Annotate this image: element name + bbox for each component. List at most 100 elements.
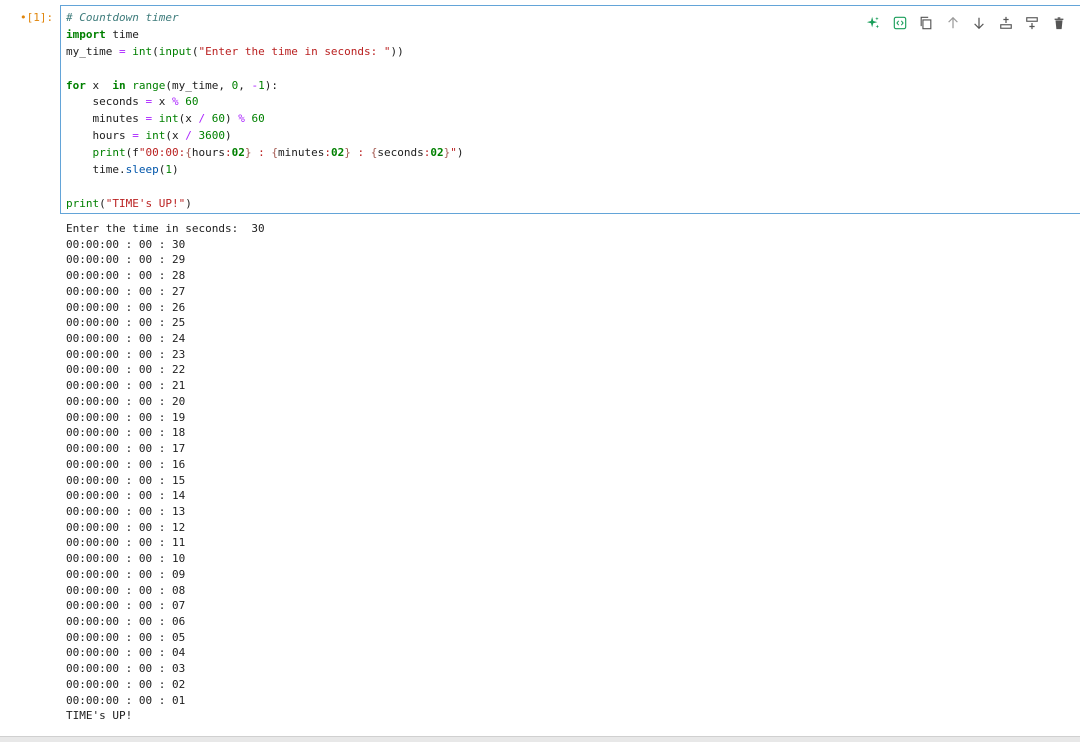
code-token: x <box>85 78 113 92</box>
code-token: ) <box>171 163 179 177</box>
cell-toolbar <box>860 13 1072 33</box>
code-token: ( <box>99 196 106 210</box>
code-token: , <box>238 78 252 92</box>
output-line: Enter the time in seconds: 30 <box>66 222 265 235</box>
execution-prompt: •[1]: <box>20 10 62 26</box>
code-token: sleep <box>125 163 159 177</box>
code-token: time <box>105 27 139 41</box>
output-line: 00:00:00 : 00 : 29 <box>66 253 186 267</box>
code-format-icon <box>893 16 907 30</box>
code-token: (f <box>125 146 139 160</box>
code-token: int <box>132 44 153 58</box>
code-token: = <box>132 129 139 143</box>
output-line: 00:00:00 : 00 : 27 <box>66 284 186 298</box>
cell-output: Enter the time in seconds: 30 00:00:00 : … <box>60 216 1080 736</box>
code-token: : <box>350 146 371 160</box>
output-line: 00:00:00 : 00 : 08 <box>66 583 186 597</box>
output-line: 00:00:00 : 00 : 17 <box>66 442 186 456</box>
output-line: 00:00:00 : 00 : 07 <box>66 599 186 613</box>
output-line: 00:00:00 : 00 : 14 <box>66 489 186 503</box>
code-token: % <box>171 95 179 109</box>
code-token: 02 <box>231 146 245 160</box>
code-token: for <box>66 78 86 92</box>
code-token: hours <box>66 129 133 143</box>
code-cell-editor[interactable]: # Countdown timer import time my_time = in… <box>60 5 1080 214</box>
output-text: Enter the time in seconds: 30 00:00:00 : … <box>66 221 265 724</box>
code-token: 60 <box>185 95 199 109</box>
output-line: 00:00:00 : 00 : 01 <box>66 693 186 707</box>
code-token: . <box>118 163 126 177</box>
code-token: (x <box>178 112 199 126</box>
move-up-icon <box>946 16 960 30</box>
insert-below-button[interactable] <box>1019 13 1046 33</box>
output-line: 00:00:00 : 00 : 04 <box>66 646 186 660</box>
insert-above-button[interactable] <box>993 13 1020 33</box>
horizontal-scrollbar[interactable] <box>0 736 1080 742</box>
code-token: (my_time, <box>165 78 232 92</box>
code-editor[interactable]: # Countdown timer import time my_time = in… <box>66 10 463 213</box>
code-token: seconds <box>377 146 424 160</box>
code-token: : <box>224 146 232 160</box>
code-line: minutes = int(x / 60) % 60 <box>66 111 463 128</box>
code-token: ) <box>224 112 239 126</box>
code-token: " <box>450 146 457 160</box>
code-token: 1 <box>165 163 172 177</box>
code-token: )) <box>390 44 404 58</box>
output-line: 00:00:00 : 00 : 15 <box>66 473 186 487</box>
code-token: print <box>66 196 100 210</box>
code-token: 60 <box>251 112 265 126</box>
move-down-button[interactable] <box>966 13 993 33</box>
code-token: ): <box>264 78 278 92</box>
output-line: 00:00:00 : 00 : 19 <box>66 410 186 424</box>
code-token: range <box>132 78 166 92</box>
code-token: { <box>185 146 192 160</box>
code-token: int <box>145 129 166 143</box>
move-down-icon <box>972 16 986 30</box>
code-token: : <box>324 146 331 160</box>
code-token: ) <box>456 146 464 160</box>
move-up-button[interactable] <box>940 13 967 33</box>
code-token: input <box>158 44 192 58</box>
output-line: 00:00:00 : 00 : 25 <box>66 316 186 330</box>
delete-button[interactable] <box>1046 13 1073 33</box>
code-line: print("TIME's UP!") <box>66 196 463 213</box>
code-token: } <box>344 146 351 160</box>
code-token: in <box>112 78 126 92</box>
output-line: 00:00:00 : 00 : 24 <box>66 332 186 346</box>
code-token: 1 <box>258 78 265 92</box>
execution-count: [1]: <box>26 11 54 24</box>
code-token: "Enter the time in seconds: " <box>198 44 391 58</box>
code-line: seconds = x % 60 <box>66 94 463 111</box>
output-gutter <box>0 216 60 736</box>
output-line: 00:00:00 : 00 : 20 <box>66 394 186 408</box>
code-token: my_time <box>66 44 119 58</box>
code-token: ) <box>185 196 192 210</box>
code-token: = <box>118 44 126 58</box>
code-token: % <box>238 112 245 126</box>
output-line: 00:00:00 : 00 : 23 <box>66 347 186 361</box>
code-token: 60 <box>211 112 225 126</box>
output-line: 00:00:00 : 00 : 06 <box>66 614 186 628</box>
code-token: 3600 <box>198 129 225 143</box>
output-line: 00:00:00 : 00 : 12 <box>66 520 186 534</box>
code-format-button[interactable] <box>887 13 914 33</box>
code-token: time <box>66 163 119 177</box>
code-line: # Countdown timer <box>66 10 463 27</box>
code-token: minutes <box>277 146 325 160</box>
code-token: 02 <box>330 146 345 160</box>
code-token: "TIME's UP!" <box>105 196 186 210</box>
duplicate-button[interactable] <box>913 13 940 33</box>
ai-assist-icon <box>866 16 880 30</box>
code-line: print(f"00:00:{hours:02} : {minutes:02} … <box>66 145 464 162</box>
code-token: print <box>92 146 126 160</box>
code-token: "00:00: <box>138 146 186 160</box>
output-line: 00:00:00 : 00 : 30 <box>66 237 186 251</box>
output-line: 00:00:00 : 00 : 26 <box>66 300 186 314</box>
ai-assist-button[interactable] <box>860 13 887 33</box>
code-token: seconds <box>66 95 146 109</box>
delete-icon <box>1052 16 1066 30</box>
code-token: 02 <box>430 146 444 160</box>
